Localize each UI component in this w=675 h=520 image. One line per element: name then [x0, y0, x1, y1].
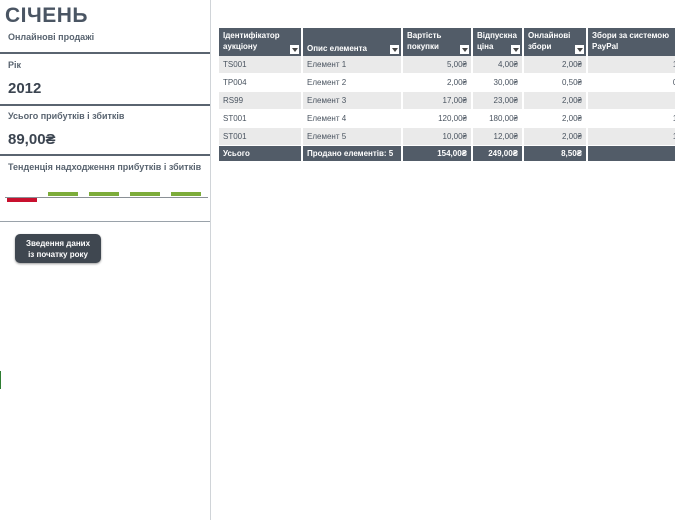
cell-paypal-fees[interactable]: 1,5 [587, 127, 675, 146]
table-row: ST001 Елемент 4 120,00₴ 180,00₴ 2,00₴ 1,… [219, 109, 675, 128]
table-row: RS99 Елемент 3 17,00₴ 23,00₴ 2,00₴ [219, 91, 675, 110]
cell-purchase-cost[interactable]: 17,00₴ [402, 91, 473, 110]
cell-auction-id[interactable]: TP004 [219, 73, 303, 92]
cell-online-fees[interactable]: 2,00₴ [523, 56, 588, 74]
left-summary-panel: СІЧЕНЬ Онлайнові продажі Рік 2012 Усього… [0, 0, 211, 520]
sparkline-gain-bar [89, 192, 119, 196]
selection-marker [0, 371, 1, 389]
year-label: Рік [8, 60, 22, 70]
cell-sale-price[interactable]: 4,00₴ [472, 56, 524, 74]
cell-online-fees[interactable]: 0,50₴ [523, 73, 588, 92]
sparkline-gain-bar [130, 192, 160, 196]
cell-paypal-fees[interactable] [587, 91, 675, 110]
cell-purchase-cost[interactable]: 120,00₴ [402, 109, 473, 128]
ytd-summary-button-line1: Зведення даних [25, 238, 91, 248]
cell-description[interactable]: Елемент 5 [302, 127, 403, 146]
totals-items-sold[interactable]: Продано елементів: 5 [302, 145, 403, 161]
cell-online-fees[interactable]: 2,00₴ [523, 91, 588, 110]
cell-purchase-cost[interactable]: 10,00₴ [402, 127, 473, 146]
auction-table: Ідентифікатор аукціону Опис елемента Вар… [219, 28, 675, 161]
col-header-purchase-cost[interactable]: Вартість покупки [402, 28, 473, 56]
totals-purchase-cost[interactable]: 154,00₴ [402, 145, 473, 161]
cell-paypal-fees[interactable]: 1,5 [587, 56, 675, 74]
col-header-description[interactable]: Опис елемента [302, 28, 403, 56]
ytd-summary-button-line2: із початку року [28, 249, 88, 259]
filter-dropdown-icon[interactable] [390, 45, 399, 54]
page-subtitle: Онлайнові продажі [8, 32, 95, 42]
cell-description[interactable]: Елемент 4 [302, 109, 403, 128]
cell-auction-id[interactable]: RS99 [219, 91, 303, 110]
cell-description[interactable]: Елемент 3 [302, 91, 403, 110]
col-header-online-fees[interactable]: Онлайнові збори [523, 28, 588, 56]
ytd-summary-button[interactable]: Зведення даних із початку року [15, 234, 101, 263]
cell-online-fees[interactable]: 2,00₴ [523, 127, 588, 146]
cell-sale-price[interactable]: 12,00₴ [472, 127, 524, 146]
cell-online-fees[interactable]: 2,00₴ [523, 109, 588, 128]
trend-label: Тенденція надходження прибутків і збиткі… [8, 162, 202, 172]
cell-auction-id[interactable]: ST001 [219, 109, 303, 128]
divider [0, 221, 210, 222]
table-row: ST001 Елемент 5 10,00₴ 12,00₴ 2,00₴ 1,5 [219, 127, 675, 146]
page-title: СІЧЕНЬ [5, 4, 89, 27]
filter-dropdown-icon[interactable] [511, 45, 520, 54]
totals-paypal-fees[interactable] [587, 145, 675, 161]
auction-table-container: Ідентифікатор аукціону Опис елемента Вар… [219, 28, 675, 161]
cell-purchase-cost[interactable]: 2,00₴ [402, 73, 473, 92]
col-header-sale-price[interactable]: Відпускна ціна [472, 28, 524, 56]
filter-dropdown-icon[interactable] [290, 45, 299, 54]
cell-sale-price[interactable]: 30,00₴ [472, 73, 524, 92]
cell-description[interactable]: Елемент 1 [302, 56, 403, 74]
cell-sale-price[interactable]: 180,00₴ [472, 109, 524, 128]
cell-purchase-cost[interactable]: 5,00₴ [402, 56, 473, 74]
totals-sale-price[interactable]: 249,00₴ [472, 145, 524, 161]
total-label: Усього прибутків і збитків [8, 111, 125, 121]
cell-paypal-fees[interactable]: 0,5 [587, 73, 675, 92]
cell-sale-price[interactable]: 23,00₴ [472, 91, 524, 110]
table-row: TS001 Елемент 1 5,00₴ 4,00₴ 2,00₴ 1,5 [219, 56, 675, 74]
total-value[interactable]: 89,00₴ [8, 131, 56, 148]
table-totals-row: Усього Продано елементів: 5 154,00₴ 249,… [219, 145, 675, 161]
col-header-paypal-fees[interactable]: Збори за системою PayPal [587, 28, 675, 56]
divider [0, 104, 210, 106]
year-value[interactable]: 2012 [8, 80, 41, 97]
col-header-auction-id[interactable]: Ідентифікатор аукціону [219, 28, 303, 56]
totals-label[interactable]: Усього [219, 145, 303, 161]
table-header-row: Ідентифікатор аукціону Опис елемента Вар… [219, 28, 675, 56]
cell-auction-id[interactable]: ST001 [219, 127, 303, 146]
cell-paypal-fees[interactable]: 1,5 [587, 109, 675, 128]
table-row: TP004 Елемент 2 2,00₴ 30,00₴ 0,50₴ 0,5 [219, 73, 675, 92]
sparkline-gain-bar [48, 192, 78, 196]
trend-sparkline [5, 189, 208, 205]
totals-online-fees[interactable]: 8,50₴ [523, 145, 588, 161]
divider [0, 154, 210, 156]
sparkline-gain-bar [171, 192, 201, 196]
filter-dropdown-icon[interactable] [575, 45, 584, 54]
cell-auction-id[interactable]: TS001 [219, 56, 303, 74]
sparkline-loss-bar [7, 198, 37, 202]
cell-description[interactable]: Елемент 2 [302, 73, 403, 92]
divider [0, 52, 210, 54]
filter-dropdown-icon[interactable] [460, 45, 469, 54]
